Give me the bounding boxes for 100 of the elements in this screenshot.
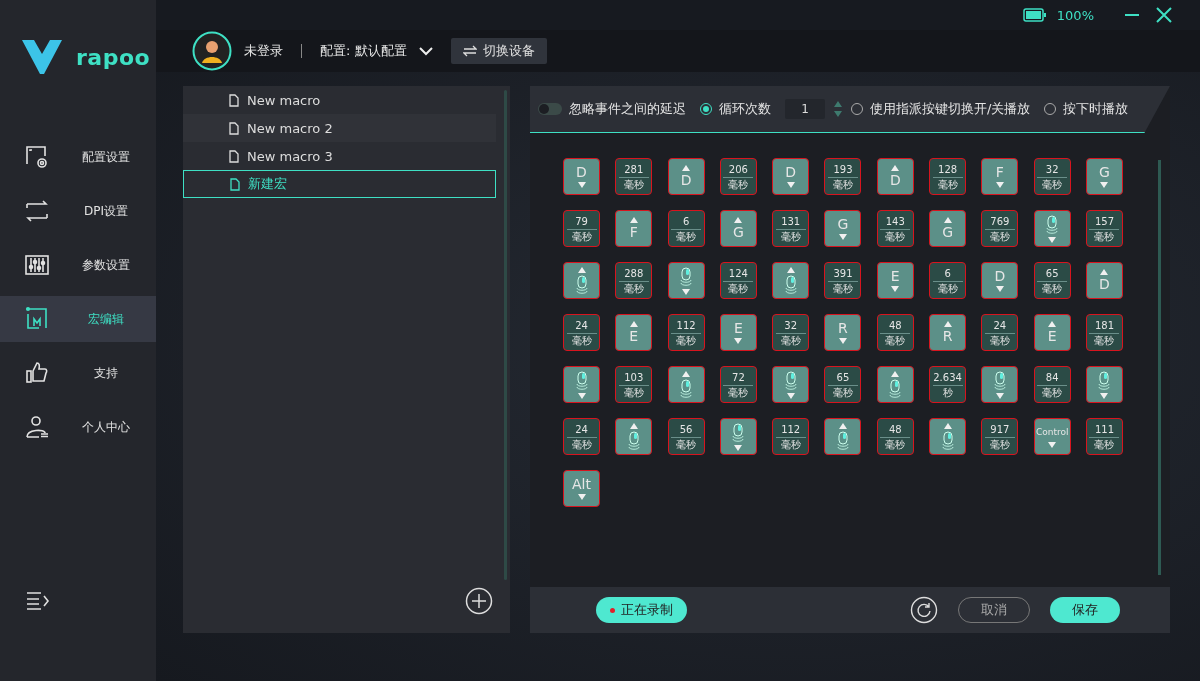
save-button[interactable]: 保存 <box>1050 597 1120 623</box>
delay-unit: 毫秒 <box>1042 281 1063 296</box>
key-label: E <box>629 329 639 344</box>
sidebar-item[interactable]: 参数设置 <box>0 242 156 288</box>
delay-tile[interactable]: 65 毫秒 <box>824 366 862 403</box>
macro-item[interactable]: New macro 3 <box>183 142 496 170</box>
key-label: E <box>890 269 900 284</box>
avatar-icon[interactable] <box>192 31 232 71</box>
mouse-tile[interactable] <box>563 262 600 299</box>
delay-tile[interactable]: 6 毫秒 <box>667 210 705 247</box>
sidebar-item[interactable]: 个人中心 <box>0 404 156 450</box>
mouse-icon <box>941 430 954 451</box>
chevron-down-icon[interactable] <box>418 46 433 56</box>
delay-tile[interactable]: 24 毫秒 <box>563 314 600 351</box>
delay-tile[interactable]: 6 毫秒 <box>929 262 967 299</box>
delay-tile[interactable]: 2.634 秒 <box>929 366 967 403</box>
delay-unit: 毫秒 <box>989 333 1010 348</box>
record-button[interactable]: 正在录制 <box>596 597 687 623</box>
sidebar-item[interactable]: DPI设置 <box>0 188 156 234</box>
mouse-tile[interactable] <box>772 262 810 299</box>
mouse-tile[interactable] <box>772 366 810 403</box>
mouse-tile[interactable] <box>981 366 1019 403</box>
mouse-tile[interactable] <box>719 418 757 455</box>
delay-unit: 毫秒 <box>885 437 906 452</box>
delay-tile[interactable]: 56 毫秒 <box>667 418 705 455</box>
key-label: F <box>995 165 1004 180</box>
delay-tile[interactable]: 32 毫秒 <box>1033 158 1071 195</box>
delay-tile[interactable]: 131 毫秒 <box>772 210 810 247</box>
macro-item[interactable]: 新建宏 <box>183 170 496 198</box>
delay-tile[interactable]: 24 毫秒 <box>981 314 1019 351</box>
key-label: D <box>889 173 901 188</box>
delay-unit: 毫秒 <box>728 385 749 400</box>
delay-tile[interactable]: 112 毫秒 <box>667 314 705 351</box>
delay-tile[interactable]: 157 毫秒 <box>1085 210 1123 247</box>
delay-tile[interactable]: 111 毫秒 <box>1085 418 1123 455</box>
key-label: D <box>1099 277 1110 292</box>
mouse-tile[interactable] <box>876 366 914 403</box>
delay-tile[interactable]: 206 毫秒 <box>719 158 757 195</box>
delay-tile[interactable]: 143 毫秒 <box>876 210 914 247</box>
macro-item[interactable]: New macro 2 <box>183 114 496 142</box>
delay-tile[interactable]: 917 毫秒 <box>981 418 1019 455</box>
delay-value: 157 <box>1089 213 1120 230</box>
sidebar-item[interactable]: 支持 <box>0 350 156 396</box>
delay-tile[interactable]: 181 毫秒 <box>1085 314 1123 351</box>
mouse-tile[interactable] <box>667 262 705 299</box>
spinner-icon[interactable] <box>833 100 843 118</box>
sidebar-item[interactable]: 宏编辑 <box>0 296 156 342</box>
profile-selector[interactable]: 配置: 默认配置 <box>320 42 407 60</box>
delay-value: 32 <box>1037 161 1068 178</box>
key-down-icon <box>891 286 900 292</box>
scrollbar[interactable] <box>1158 160 1161 575</box>
loop-count-field[interactable]: 1 <box>785 99 825 119</box>
mouse-tile[interactable] <box>667 366 705 403</box>
radio-option[interactable]: 使用指派按键切换开/关播放 <box>851 100 1031 118</box>
delay-unit: 毫秒 <box>989 437 1010 452</box>
mouse-tile[interactable] <box>824 418 862 455</box>
ignore-delay-toggle[interactable]: 忽略事件之间的延迟 <box>538 100 686 118</box>
delay-tile[interactable]: 112 毫秒 <box>772 418 810 455</box>
refresh-icon[interactable] <box>910 596 938 624</box>
delay-tile[interactable]: 24 毫秒 <box>563 418 600 455</box>
delay-value: 181 <box>1089 317 1120 334</box>
mouse-tile[interactable] <box>563 366 600 403</box>
mouse-tile[interactable] <box>1033 210 1071 247</box>
radio-option[interactable]: 循环次数 <box>700 100 771 118</box>
delay-tile[interactable]: 391 毫秒 <box>824 262 862 299</box>
key-up-icon <box>629 321 638 327</box>
key-up-icon <box>734 217 743 223</box>
delay-tile[interactable]: 288 毫秒 <box>615 262 653 299</box>
delay-tile[interactable]: 103 毫秒 <box>615 366 653 403</box>
delay-tile[interactable]: 128 毫秒 <box>929 158 967 195</box>
delay-tile[interactable]: 769 毫秒 <box>981 210 1019 247</box>
key-down-icon <box>839 338 847 344</box>
delay-tile[interactable]: 32 毫秒 <box>772 314 810 351</box>
delay-tile[interactable]: 124 毫秒 <box>719 262 757 299</box>
delay-unit: 毫秒 <box>676 333 697 348</box>
delay-tile[interactable]: 72 毫秒 <box>719 366 757 403</box>
mouse-tile[interactable] <box>615 418 653 455</box>
delay-unit: 毫秒 <box>623 177 644 192</box>
delay-tile[interactable]: 48 毫秒 <box>876 314 914 351</box>
login-status[interactable]: 未登录 <box>244 42 283 60</box>
delay-unit: 毫秒 <box>1094 333 1115 348</box>
radio-option[interactable]: 按下时播放 <box>1044 100 1129 118</box>
delay-tile[interactable]: 84 毫秒 <box>1033 366 1071 403</box>
key-up-icon <box>1100 269 1109 275</box>
close-icon[interactable] <box>1156 7 1172 23</box>
delay-tile[interactable]: 79 毫秒 <box>563 210 600 247</box>
add-icon[interactable] <box>465 587 493 615</box>
switch-device-button[interactable]: 切换设备 <box>450 38 547 64</box>
menu-icon[interactable] <box>26 591 50 611</box>
delay-unit: 毫秒 <box>780 229 801 244</box>
delay-value: 111 <box>1089 421 1120 438</box>
macro-item[interactable]: New macro <box>183 86 496 114</box>
delay-tile[interactable]: 193 毫秒 <box>824 158 862 195</box>
mouse-tile[interactable] <box>929 418 967 455</box>
button-down-icon <box>786 392 795 399</box>
mouse-tile[interactable] <box>1085 366 1123 403</box>
sidebar-item[interactable]: 配置设置 <box>0 134 156 180</box>
delay-tile[interactable]: 48 毫秒 <box>876 418 914 455</box>
delay-tile[interactable]: 65 毫秒 <box>1033 262 1071 299</box>
delay-tile[interactable]: 281 毫秒 <box>615 158 653 195</box>
